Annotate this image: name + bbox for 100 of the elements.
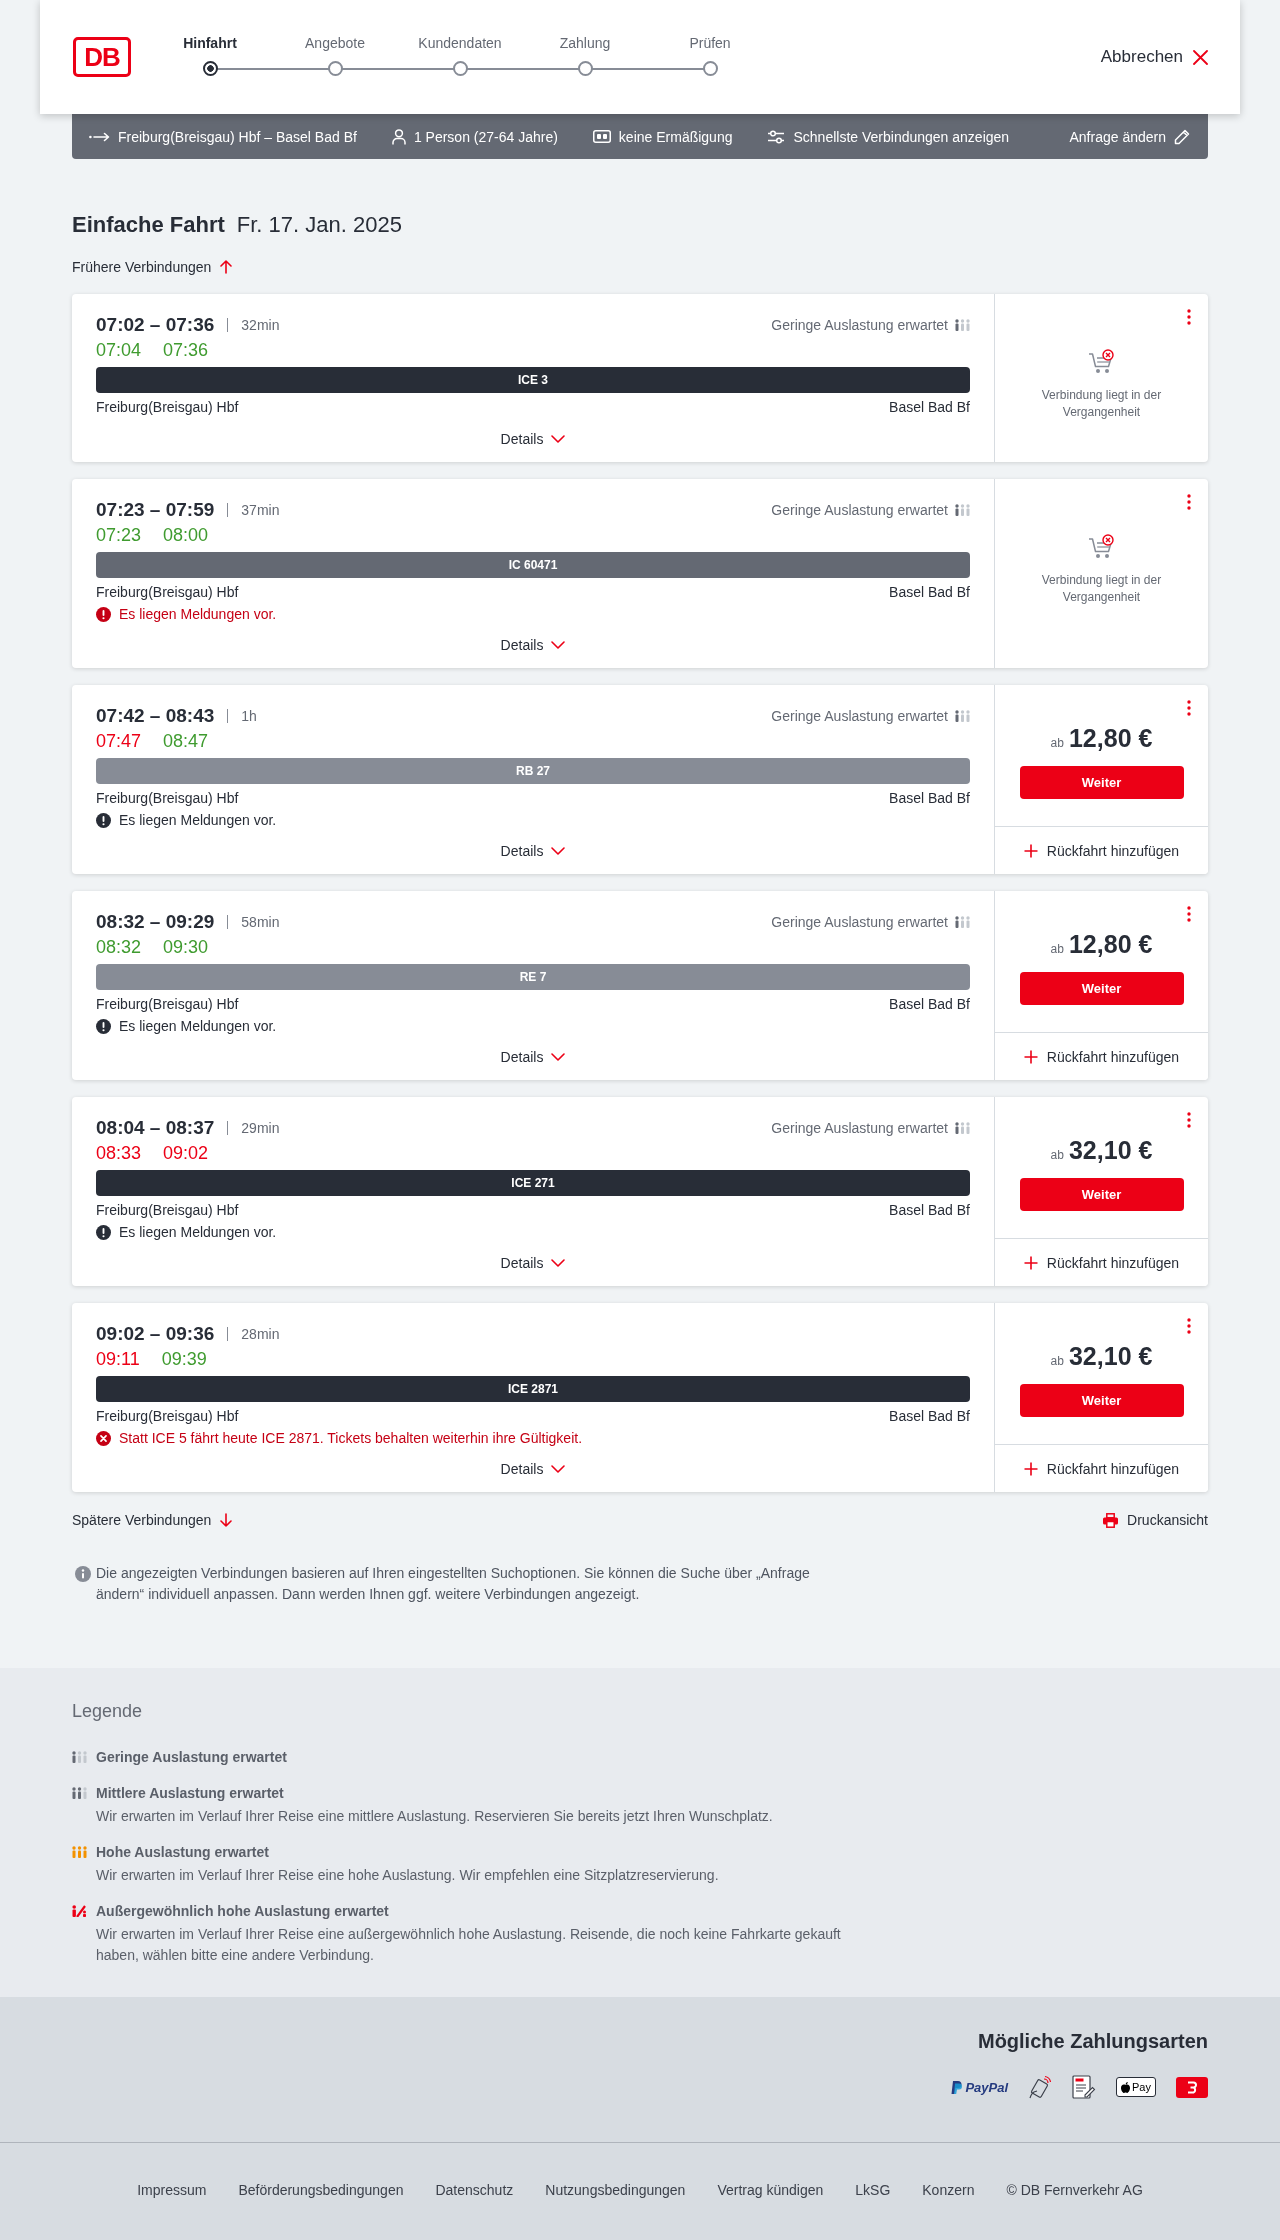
occupancy-text: Geringe Auslastung erwartet	[771, 914, 948, 930]
footer-link[interactable]: LkSG	[855, 2181, 891, 2198]
filter-text: Schnellste Verbindungen anzeigen	[793, 128, 1010, 145]
station-name: Freiburg(Breisgau) Hbf	[96, 790, 239, 806]
station-name: Basel Bad Bf	[889, 996, 970, 1012]
chevron-down-icon	[551, 847, 566, 855]
plus-icon	[1023, 1049, 1038, 1064]
more-icon[interactable]	[1187, 309, 1191, 325]
past-connection-text: Verbindung liegt in der Vergangenheit	[1040, 387, 1163, 421]
page-title: Einfache Fahrt	[72, 211, 225, 239]
continue-button[interactable]: Weiter	[1019, 1178, 1184, 1211]
train-bar: RB 27	[96, 758, 970, 784]
footer-link[interactable]: Konzern	[922, 2181, 975, 2198]
add-return-button[interactable]: Rückfahrt hinzufügen	[995, 1032, 1208, 1080]
later-connections-link[interactable]: Spätere Verbindungen	[72, 1508, 233, 1532]
more-icon[interactable]	[1187, 494, 1191, 510]
past-connection-text: Verbindung liegt in der Vergangenheit	[1040, 572, 1163, 606]
time-range: 07:42 – 08:43	[96, 705, 215, 727]
details-button[interactable]: Details	[500, 427, 566, 451]
contactless-card-icon	[1028, 2075, 1053, 2099]
station-name: Basel Bad Bf	[889, 790, 970, 806]
time-range: 07:02 – 07:36	[96, 314, 215, 336]
close-icon	[1193, 49, 1208, 65]
time-range: 08:04 – 08:37	[96, 1117, 215, 1139]
more-icon[interactable]	[1187, 906, 1191, 922]
actual-time: 08:00	[163, 524, 209, 546]
occupancy-icon	[955, 319, 970, 331]
station-name: Basel Bad Bf	[889, 1202, 970, 1218]
cart-crossed-icon	[1087, 534, 1116, 559]
card-icon	[592, 130, 611, 143]
paypal-label: PayPal	[965, 2079, 1009, 2095]
legend-item-title: Außergewöhnlich hohe Auslastung erwartet	[96, 1902, 390, 1921]
price-value: 32,10 €	[1068, 1137, 1153, 1163]
occupancy-text: Geringe Auslastung erwartet	[771, 708, 948, 724]
message-text: Es liegen Meldungen vor.	[119, 812, 277, 828]
pay-label: Pay	[1132, 2081, 1151, 2093]
occupancy-icon	[72, 1846, 87, 1858]
train-bar: IC 60471	[96, 552, 970, 578]
add-return-button[interactable]: Rückfahrt hinzufügen	[995, 1444, 1208, 1492]
duration-text: 28min	[241, 1326, 280, 1342]
footer-link[interactable]: © DB Fernverkehr AG	[1006, 2181, 1143, 2198]
details-button[interactable]: Details	[500, 633, 566, 657]
add-return-button[interactable]: Rückfahrt hinzufügen	[995, 826, 1208, 874]
continue-button[interactable]: Weiter	[1019, 766, 1184, 799]
more-icon[interactable]	[1187, 1318, 1191, 1334]
db-logo[interactable]: DB	[73, 37, 131, 77]
edit-request-link[interactable]: Anfrage ändern	[1069, 128, 1190, 145]
exclamation-icon	[96, 812, 111, 828]
footer-link[interactable]: Impressum	[137, 2181, 207, 2198]
occupancy-icon	[955, 504, 970, 516]
continue-button[interactable]: Weiter	[1019, 972, 1184, 1005]
chevron-down-icon	[551, 641, 566, 649]
print-view-link[interactable]: Druckansicht	[1103, 1508, 1208, 1532]
more-icon[interactable]	[1187, 1112, 1191, 1128]
document-pen-icon	[1072, 2075, 1097, 2099]
actual-time: 07:23	[96, 524, 142, 546]
details-button[interactable]: Details	[500, 839, 566, 863]
details-button[interactable]: Details	[500, 1045, 566, 1069]
occupancy-icon	[72, 1787, 87, 1799]
train-bar: ICE 3	[96, 367, 970, 393]
occupancy-icon	[72, 1905, 87, 1917]
printer-icon	[1103, 1512, 1119, 1528]
info-icon	[75, 1566, 91, 1582]
more-icon[interactable]	[1187, 700, 1191, 716]
actual-time: 09:39	[161, 1348, 207, 1370]
cancel-button[interactable]: Abbrechen	[1100, 47, 1208, 67]
details-button[interactable]: Details	[500, 1457, 566, 1481]
station-name: Freiburg(Breisgau) Hbf	[96, 584, 239, 600]
arrow-right-icon	[89, 131, 110, 142]
price-prefix: ab	[1050, 941, 1064, 958]
train-bar: ICE 271	[96, 1170, 970, 1196]
payment-title: Mögliche Zahlungsarten	[977, 2029, 1208, 2054]
continue-button[interactable]: Weiter	[1019, 1384, 1184, 1417]
price-prefix: ab	[1050, 735, 1064, 752]
legend-item-title: Mittlere Auslastung erwartet	[96, 1784, 285, 1803]
footer-link[interactable]: Vertrag kündigen	[717, 2181, 824, 2198]
message-text: Es liegen Meldungen vor.	[119, 1224, 277, 1240]
footer-link[interactable]: Datenschutz	[435, 2181, 514, 2198]
add-return-button[interactable]: Rückfahrt hinzufügen	[995, 1238, 1208, 1286]
details-button[interactable]: Details	[500, 1251, 566, 1275]
price-value: 12,80 €	[1068, 725, 1153, 751]
legend-item-title: Hohe Auslastung erwartet	[96, 1843, 270, 1862]
train-bar: RE 7	[96, 964, 970, 990]
footer-link[interactable]: Beförderungsbedingungen	[238, 2181, 404, 2198]
actual-time: 09:11	[96, 1348, 140, 1370]
discount-text: keine Ermäßigung	[618, 128, 733, 145]
actual-time: 07:36	[163, 339, 209, 361]
chevron-down-icon	[551, 435, 566, 443]
apple-icon	[1121, 2081, 1131, 2093]
duration-text: 1h	[241, 708, 257, 724]
earlier-connections-link[interactable]: Frühere Verbindungen	[72, 255, 1208, 279]
occupancy-icon	[955, 1122, 970, 1134]
footer-link[interactable]: Nutzungsbedingungen	[545, 2181, 686, 2198]
cross-circle-icon	[96, 1430, 111, 1446]
chevron-down-icon	[551, 1053, 566, 1061]
station-name: Basel Bad Bf	[889, 399, 970, 415]
route-text: Freiburg(Breisgau) Hbf – Basel Bad Bf	[118, 128, 357, 145]
occupancy-text: Geringe Auslastung erwartet	[771, 1120, 948, 1136]
message-text: Statt ICE 5 fährt heute ICE 2871. Tickets behalten weiterhin ihre Gültigkeit.	[119, 1430, 583, 1446]
price-value: 32,10 €	[1068, 1343, 1153, 1369]
